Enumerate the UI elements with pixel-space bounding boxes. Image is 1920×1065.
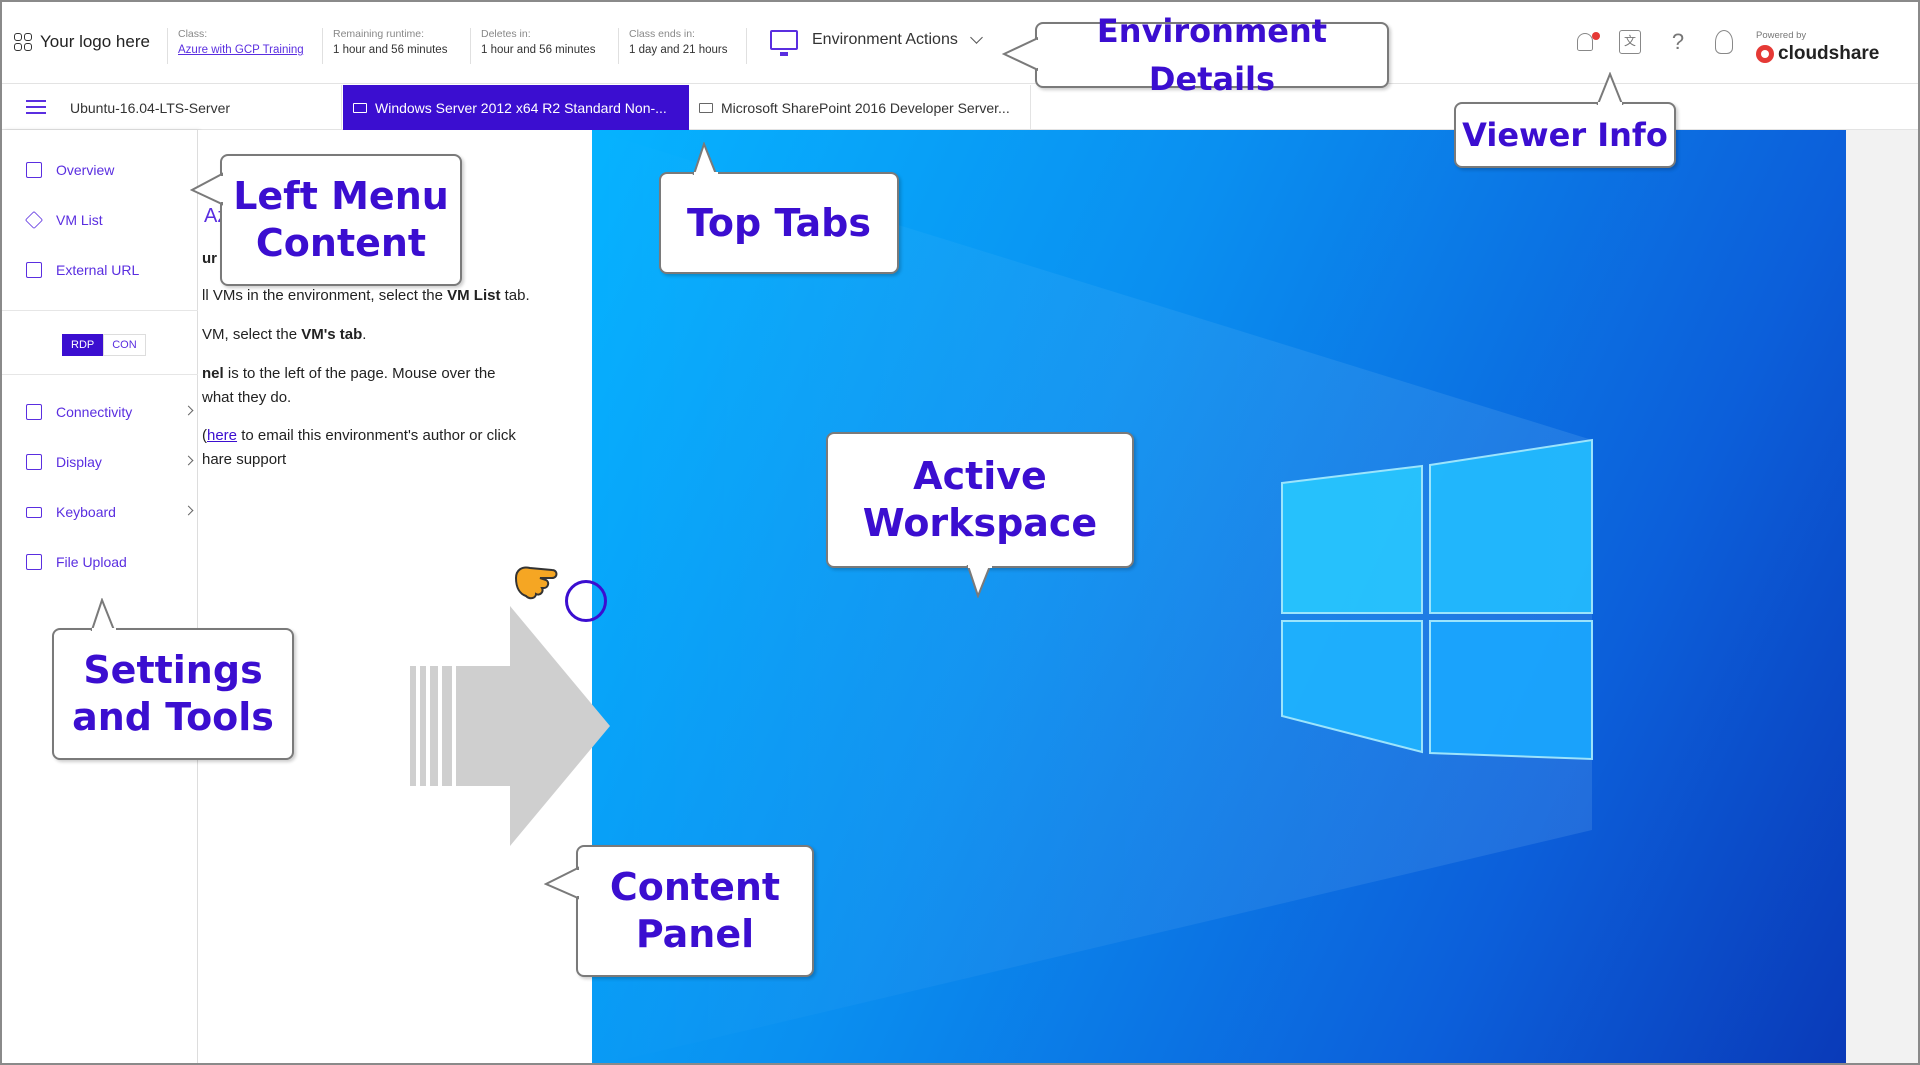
panel-resize-handle[interactable] (565, 580, 607, 622)
viewer-icons: 文 ? (1574, 30, 1733, 54)
class-ends-info: Class ends in: 1 day and 21 hours (618, 28, 727, 64)
menu-item-external-url[interactable]: External URL (26, 262, 196, 278)
layers-icon (24, 210, 44, 230)
chevron-down-icon (969, 31, 983, 44)
help-icon[interactable]: ? (1667, 30, 1689, 54)
callout-viewer-info: Viewer Info (1454, 102, 1676, 168)
right-gutter (1846, 130, 1918, 1063)
class-info: Class: Azure with GCP Training (167, 28, 304, 64)
brand-logo: cloudshare (1756, 43, 1879, 65)
deletes-info: Deletes in: 1 hour and 56 minutes (470, 28, 595, 64)
menu-item-overview[interactable]: Overview (26, 162, 196, 178)
connection-mode-toggle: RDP CON (62, 334, 146, 356)
external-link-icon (26, 262, 42, 278)
cloudshare-logo-icon (1756, 45, 1774, 63)
console-toggle[interactable]: CON (103, 334, 146, 356)
content-line: ll VMs in the environment, select the VM… (202, 287, 530, 304)
user-icon[interactable] (1715, 30, 1733, 54)
monitor-icon (699, 102, 713, 113)
environment-header: Your logo here Class: Azure with GCP Tra… (2, 2, 1918, 84)
menu-item-vm-list[interactable]: VM List (24, 210, 196, 230)
menu-item-keyboard[interactable]: Keyboard (26, 504, 196, 520)
menu-item-connectivity[interactable]: Connectivity (26, 404, 196, 420)
apps-grid-icon (14, 33, 32, 51)
callout-tail (692, 142, 718, 176)
chevron-right-icon (183, 405, 194, 416)
callout-tail (1596, 72, 1624, 106)
callout-tail (966, 564, 992, 598)
callout-active-workspace: Active Workspace (826, 432, 1134, 568)
content-line: VM, select the VM's tab. (202, 326, 367, 343)
hand-pointer-icon (514, 566, 558, 600)
callout-environment-details: Environment Details (1035, 12, 1389, 98)
class-link[interactable]: Azure with GCP Training (178, 44, 304, 56)
monitor-icon (353, 102, 367, 113)
windows-logo-icon (1281, 438, 1593, 761)
callout-tail (544, 866, 580, 900)
content-line: what they do. (202, 389, 292, 406)
direction-arrow-icon (410, 606, 610, 846)
header-divider (746, 28, 747, 64)
rdp-toggle[interactable]: RDP (62, 334, 104, 356)
callout-left-menu-content: Left Menu Content (220, 154, 462, 286)
translate-icon[interactable]: 文 (1619, 30, 1641, 54)
logo[interactable]: Your logo here (14, 32, 150, 52)
upload-icon (26, 554, 42, 570)
menu-divider (2, 310, 198, 311)
environment-actions-button[interactable]: Environment Actions (770, 30, 983, 56)
tab-ubuntu[interactable]: Ubuntu-16.04-LTS-Server (60, 85, 342, 130)
tab-sharepoint[interactable]: Microsoft SharePoint 2016 Developer Serv… (689, 85, 1031, 130)
content-line: nel is to the left of the page. Mouse ov… (202, 365, 496, 382)
tab-windows-server[interactable]: Windows Server 2012 x64 R2 Standard Non-… (343, 85, 689, 130)
notification-dot (1592, 32, 1600, 40)
content-line: hare support (202, 451, 287, 468)
app-frame: Your logo here Class: Azure with GCP Tra… (0, 0, 1920, 1065)
callout-tail (1002, 36, 1038, 72)
notifications-bell-icon[interactable] (1577, 32, 1600, 51)
keyboard-icon (26, 506, 42, 518)
display-icon (26, 454, 42, 470)
powered-by: Powered by cloudshare (1756, 30, 1880, 65)
callout-tail (190, 172, 224, 206)
hamburger-menu-icon[interactable] (26, 100, 46, 114)
callout-content-panel: Content Panel (576, 845, 814, 977)
callout-tail (90, 598, 116, 632)
content-line: ur (202, 250, 217, 267)
logo-text: Your logo here (40, 32, 150, 51)
menu-item-file-upload[interactable]: File Upload (26, 554, 196, 570)
callout-settings-and-tools: Settings and Tools (52, 628, 294, 760)
document-icon (26, 162, 42, 178)
content-line: (here to email this environment's author… (202, 427, 516, 444)
runtime-info: Remaining runtime: 1 hour and 56 minutes (322, 28, 447, 64)
email-author-link[interactable]: here (207, 427, 237, 444)
menu-item-display[interactable]: Display (26, 454, 196, 470)
monitor-icon (770, 30, 798, 56)
chevron-right-icon (183, 455, 194, 466)
chevron-right-icon (183, 505, 194, 516)
callout-top-tabs: Top Tabs (659, 172, 899, 274)
connectivity-icon (26, 404, 42, 420)
environment-actions-label: Environment Actions (812, 31, 958, 48)
menu-divider (2, 374, 198, 375)
